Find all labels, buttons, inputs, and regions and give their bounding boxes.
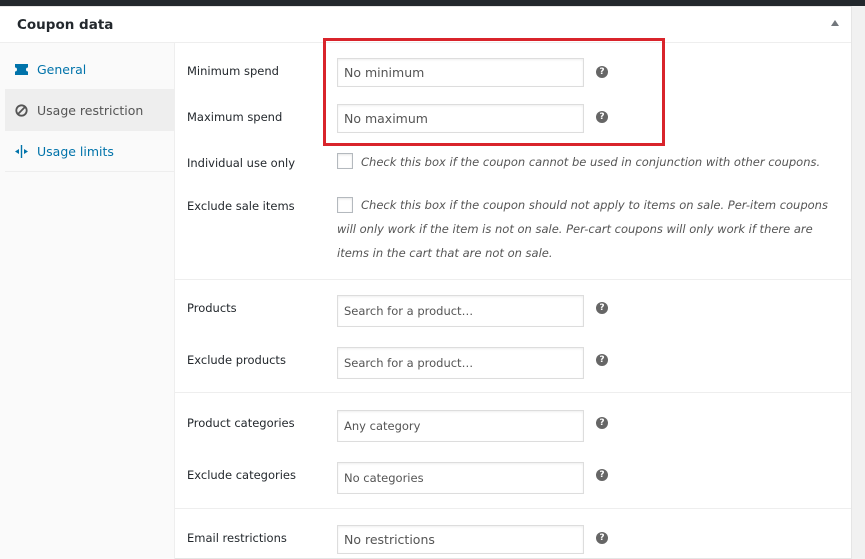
block-icon <box>15 103 35 117</box>
tab-usage-restriction[interactable]: Usage restriction <box>5 90 174 131</box>
product-categories-label: Product categories <box>187 416 295 430</box>
ticket-icon <box>15 63 35 75</box>
collapse-arrow-icon[interactable] <box>831 20 839 26</box>
exclude-categories-input[interactable]: No categories <box>337 462 584 494</box>
coupon-tabs: General Usage restriction Usage limits <box>0 43 175 559</box>
products-search-input[interactable]: Search for a product… <box>337 295 584 327</box>
email-restrictions-label: Email restrictions <box>187 531 287 545</box>
exclude-sale-description-line: will only work if the item is not on sal… <box>337 222 813 236</box>
tab-label: Usage limits <box>37 143 114 159</box>
section-divider <box>175 508 851 509</box>
individual-use-label: Individual use only <box>187 156 295 170</box>
products-label: Products <box>187 301 237 315</box>
help-icon[interactable]: ? <box>596 302 608 314</box>
exclude-sale-label: Exclude sale items <box>187 199 295 213</box>
individual-use-description: Check this box if the coupon cannot be u… <box>361 155 821 169</box>
exclude-sale-checkbox[interactable] <box>337 197 353 213</box>
exclude-products-label: Exclude products <box>187 353 286 367</box>
tab-label: General <box>37 61 87 77</box>
section-divider <box>175 392 851 393</box>
help-icon[interactable]: ? <box>596 532 608 544</box>
product-categories-input[interactable]: Any category <box>337 410 584 442</box>
limits-icon <box>15 144 35 158</box>
help-icon[interactable]: ? <box>596 417 608 429</box>
tab-label: Usage restriction <box>37 102 144 118</box>
email-restrictions-input[interactable]: No restrictions <box>337 525 584 554</box>
help-icon[interactable]: ? <box>596 469 608 481</box>
exclude-categories-label: Exclude categories <box>187 468 296 482</box>
tab-usage-limits[interactable]: Usage limits <box>5 131 174 172</box>
tab-general[interactable]: General <box>5 49 174 90</box>
minimum-spend-label: Minimum spend <box>187 64 279 78</box>
exclude-products-search-input[interactable]: Search for a product… <box>337 347 584 379</box>
exclude-sale-description-line: items in the cart that are not on sale. <box>337 246 553 260</box>
highlight-box <box>323 38 665 146</box>
individual-use-checkbox[interactable] <box>337 153 353 169</box>
help-icon[interactable]: ? <box>596 354 608 366</box>
maximum-spend-label: Maximum spend <box>187 110 283 124</box>
section-divider <box>175 279 851 280</box>
panel-title: Coupon data <box>17 17 114 33</box>
exclude-sale-description-line: Check this box if the coupon should not … <box>361 198 828 212</box>
